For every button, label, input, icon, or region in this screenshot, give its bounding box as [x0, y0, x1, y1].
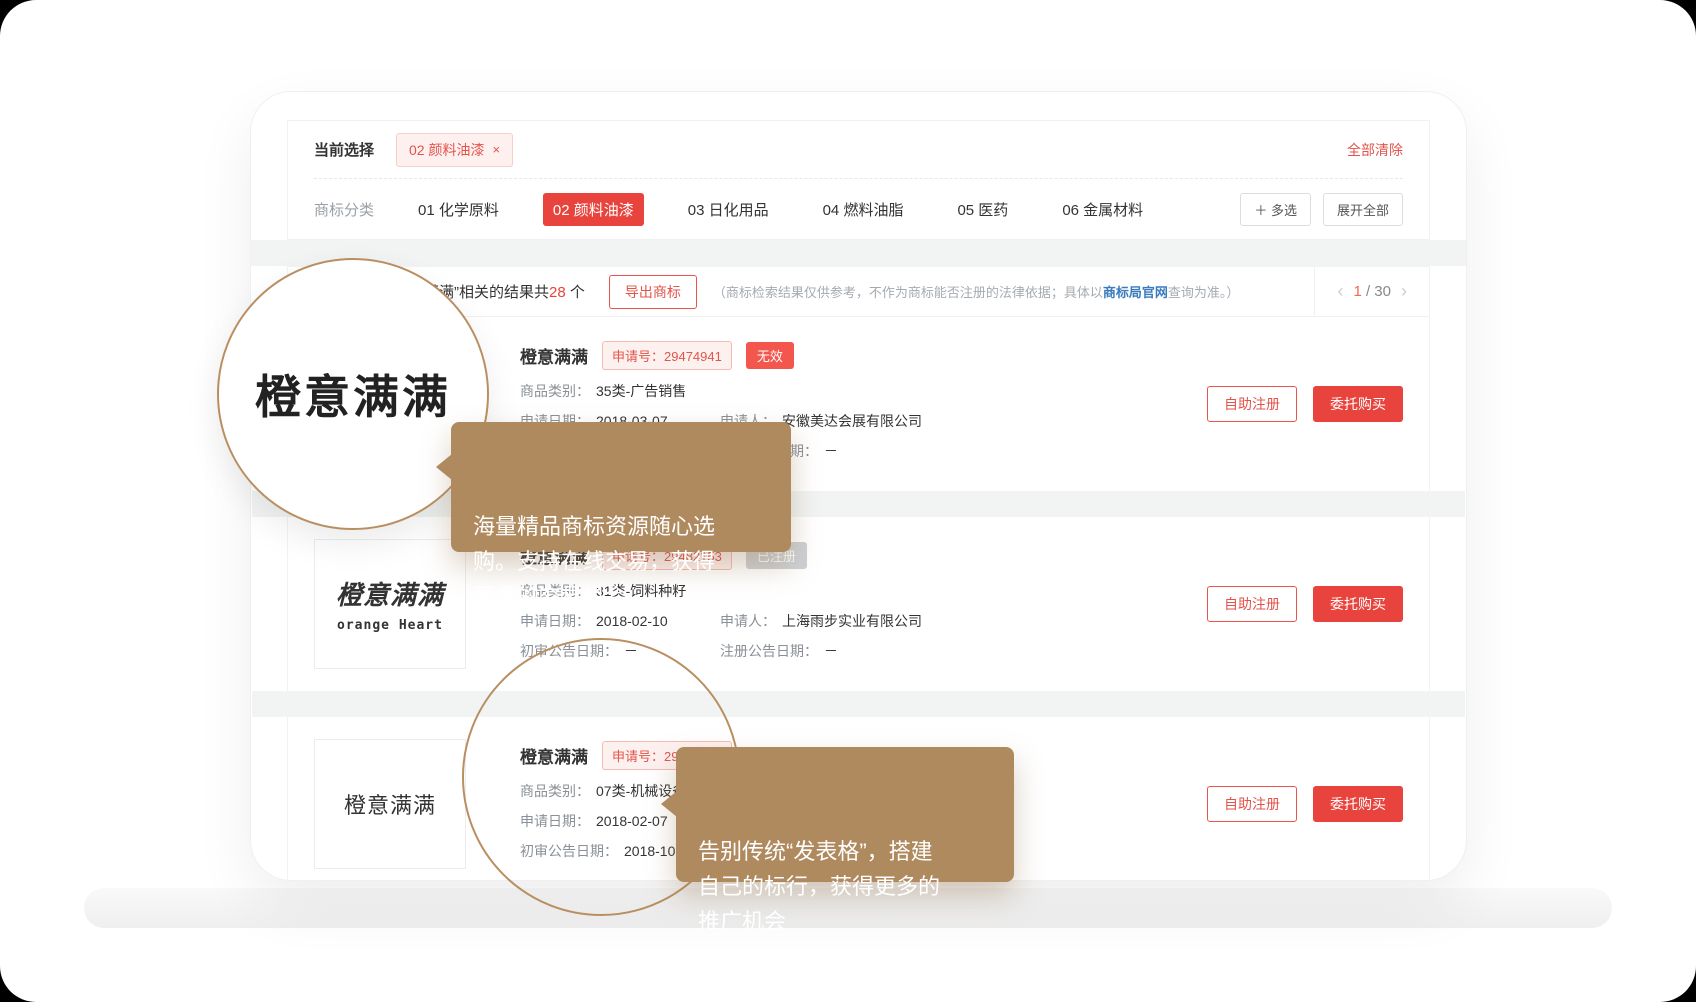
- self-register-button[interactable]: 自助注册: [1207, 786, 1297, 822]
- category-row: 商标分类 01 化学原料 02 颜料油漆 03 日化用品 04 燃料油脂 05 …: [314, 179, 1403, 239]
- tooltip-promotion: 告别传统“发表格”，搭建 自己的标行，获得更多的 推广机会: [676, 747, 1014, 882]
- status-badge: 无效: [746, 342, 794, 369]
- application-number-tag: 申请号：29474941: [602, 341, 732, 370]
- category-item-04[interactable]: 04 燃料油脂: [813, 193, 914, 226]
- disclaimer-suffix: 查询为准。）: [1168, 285, 1240, 300]
- tooltip-arrow-icon: [661, 791, 677, 817]
- thumbnail-text: 橙意满满: [336, 575, 444, 612]
- entrust-purchase-button[interactable]: 委托购买: [1313, 586, 1403, 622]
- total-pages: / 30: [1366, 283, 1391, 300]
- field-label: 申请日期：: [520, 612, 590, 630]
- category-item-06[interactable]: 06 金属材料: [1052, 193, 1153, 226]
- field-value: 安徽美达会展有限公司: [782, 412, 922, 430]
- tooltip-arrow-icon: [436, 454, 452, 480]
- field-value: 上海雨步实业有限公司: [782, 612, 922, 630]
- next-page-icon[interactable]: ›: [1401, 281, 1407, 302]
- results-count: 28: [549, 284, 566, 301]
- selected-filter-tag-label: 02 颜料油漆: [409, 140, 484, 160]
- selected-filter-tag[interactable]: 02 颜料油漆 ×: [396, 133, 513, 167]
- field-label: 商品类别：: [520, 382, 590, 400]
- row-gap: [252, 691, 1465, 717]
- entrust-purchase-button[interactable]: 委托购买: [1313, 386, 1403, 422]
- magnifier-circle-1: 橙意满满: [217, 258, 489, 530]
- filter-card: 当前选择 02 颜料油漆 × 全部清除 商标分类 01 化学原料 02 颜料油漆…: [287, 120, 1430, 240]
- results-disclaimer: （商标检索结果仅供参考，不作为商标能否注册的法律依据；具体以商标局官网查询为准。…: [713, 282, 1240, 301]
- trademark-thumbnail: 橙意满满 orange Heart: [314, 539, 466, 669]
- trademark-thumbnail: 橙意满满: [314, 739, 466, 869]
- field-value: 35类-广告销售: [596, 382, 686, 400]
- category-item-03[interactable]: 03 日化用品: [678, 193, 779, 226]
- export-trademarks-button[interactable]: 导出商标: [609, 275, 697, 309]
- magnified-trademark-text: 橙意满满: [255, 361, 451, 427]
- disclaimer-prefix: （商标检索结果仅供参考，不作为商标能否注册的法律依据；具体以: [713, 285, 1103, 300]
- section-gap: [251, 240, 1466, 266]
- current-selection-label: 当前选择: [314, 139, 374, 160]
- pagination: ‹ 1 / 30 ›: [1314, 267, 1429, 316]
- self-register-button[interactable]: 自助注册: [1207, 586, 1297, 622]
- entrust-purchase-button[interactable]: 委托购买: [1313, 786, 1403, 822]
- trademark-office-link[interactable]: 商标局官网: [1103, 285, 1168, 300]
- category-row-label: 商标分类: [314, 199, 374, 220]
- device-canvas: 当前选择 02 颜料油漆 × 全部清除 商标分类 01 化学原料 02 颜料油漆…: [0, 0, 1696, 1002]
- self-register-button[interactable]: 自助注册: [1207, 386, 1297, 422]
- category-item-01[interactable]: 01 化学原料: [408, 193, 509, 226]
- category-item-02-selected[interactable]: 02 颜料油漆: [543, 193, 644, 226]
- page-root: 当前选择 02 颜料油漆 × 全部清除 商标分类 01 化学原料 02 颜料油漆…: [0, 0, 1696, 1002]
- field-label: 注册公告日期：: [720, 642, 818, 660]
- field-value: －: [824, 642, 838, 660]
- field-label: 申请人：: [720, 612, 776, 630]
- field-value: －: [824, 442, 838, 460]
- current-selection-row: 当前选择 02 颜料油漆 × 全部清除: [314, 121, 1403, 179]
- thumbnail-text: 橙意满满: [344, 788, 436, 820]
- current-page: 1: [1353, 283, 1361, 300]
- tooltip-marketplace: 海量精品商标资源随心选 购。支持在线交易，获得 更多的交易机会: [451, 422, 791, 552]
- expand-all-button[interactable]: 展开全部: [1323, 193, 1403, 226]
- thumbnail-subtext: orange Heart: [337, 618, 443, 633]
- clear-all-button[interactable]: 全部清除: [1347, 140, 1403, 160]
- field-value: 2018-02-10: [596, 612, 668, 630]
- trademark-name: 橙意满满: [520, 343, 588, 368]
- remove-filter-icon[interactable]: ×: [492, 142, 500, 157]
- prev-page-icon[interactable]: ‹: [1337, 281, 1343, 302]
- multi-select-button[interactable]: ＋ 多选: [1240, 193, 1311, 226]
- results-summary-suffix: 个: [566, 284, 585, 301]
- category-item-05[interactable]: 05 医药: [947, 193, 1018, 226]
